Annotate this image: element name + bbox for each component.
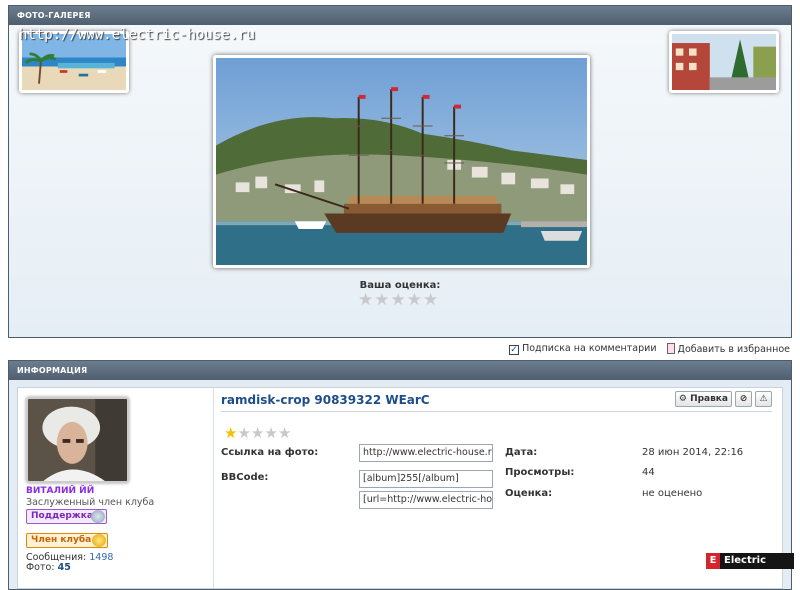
views-label: Просмотры: [505, 467, 575, 478]
photos-label: Фото: [26, 562, 55, 573]
rating-star-icon[interactable]: ★ [391, 291, 406, 309]
report-button[interactable]: ⚠ [755, 391, 772, 407]
main-photo[interactable] [213, 55, 590, 268]
info-panel: ИНФОРМАЦИЯ ВИТАЛИЙ ЙЙ Заслуженный член к… [8, 360, 792, 590]
edit-button[interactable]: ⚙ Правка [674, 391, 732, 407]
rating-star-icon[interactable]: ★ [423, 291, 438, 309]
gallery-panel-title: ФОТО-ГАЛЕРЕЯ [9, 6, 791, 25]
rating-label: Оценка: [505, 488, 553, 499]
delete-button[interactable]: ⊘ [735, 391, 752, 407]
subscribe-comments-link[interactable]: ✓ Подписка на комментарии [509, 343, 657, 355]
avatar[interactable] [26, 397, 129, 483]
rating-value: не оценено [642, 488, 703, 499]
title-divider [221, 411, 772, 412]
photo-link-field[interactable]: http://www.electric-house.ru/ [359, 444, 493, 462]
photo-rating-stars: ★ ★ ★ ★ ★ [224, 426, 291, 441]
user-rank: Заслуженный член клуба [26, 497, 155, 508]
user-photos-stat: Фото: 45 [26, 562, 71, 573]
logo-letter: E [706, 553, 720, 569]
medal-badge-icon [92, 534, 106, 547]
star-empty-icon: ★ [237, 424, 251, 442]
date-value: 28 июн 2014, 22:16 [642, 447, 744, 458]
rating-star-icon[interactable]: ★ [407, 291, 422, 309]
photo-link-label: Ссылка на фото: [221, 447, 319, 458]
photo-title: ramdisk-crop 90839322 WEarC [221, 393, 430, 407]
date-label: Дата: [505, 447, 538, 458]
user-avatar-image [28, 399, 127, 481]
favorite-icon [666, 343, 675, 354]
bbcode-label: BBCode: [221, 472, 269, 483]
support-badge-label: Поддержка [31, 511, 93, 521]
bbcode-album-field[interactable]: [album]255[/album] [359, 470, 493, 488]
watermark-url: http://www.electric-house.ru [19, 27, 256, 43]
member-badge-label: Член клуба [31, 535, 92, 545]
rating-stars[interactable]: ★ ★ ★ ★ ★ [358, 291, 438, 309]
electric-house-logo: E Electric House [706, 553, 794, 582]
ship-harbor-photo [216, 58, 587, 265]
info-panel-body: ВИТАЛИЙ ЙЙ Заслуженный член клуба Поддер… [17, 387, 783, 589]
next-photo-thumbnail[interactable] [669, 31, 779, 93]
edit-button-label: Правка [690, 394, 728, 404]
column-divider [213, 388, 214, 588]
messages-count: 1498 [89, 552, 114, 563]
block-icon: ⊘ [739, 394, 748, 404]
add-favorite-label: Добавить в избранное [677, 344, 790, 355]
star-empty-icon: ★ [264, 424, 278, 442]
photo-actions-bar: ✓ Подписка на комментарии Добавить в избр… [509, 343, 790, 355]
gallery-panel: ФОТО-ГАЛЕРЕЯ http://www.electric-house.r… [8, 5, 792, 338]
checkbox-icon[interactable]: ✓ [509, 345, 520, 355]
photos-count[interactable]: 45 [58, 562, 71, 573]
star-empty-icon: ★ [250, 424, 265, 442]
rating-star-icon[interactable]: ★ [374, 291, 389, 309]
add-favorite-link[interactable]: Добавить в избранное [666, 343, 790, 355]
star-empty-icon: ★ [277, 424, 292, 442]
warning-icon: ⚠ [759, 394, 768, 404]
user-name[interactable]: ВИТАЛИЙ ЙЙ [26, 486, 94, 496]
star-filled-icon: ★ [224, 424, 238, 442]
info-panel-title: ИНФОРМАЦИЯ [9, 361, 791, 380]
bbcode-url-field[interactable]: [url=http://www.electric-house.ru [359, 491, 493, 509]
rating-star-icon[interactable]: ★ [358, 291, 373, 309]
photo-tools: ⚙ Правка ⊘ ⚠ [674, 391, 772, 407]
support-badge: Поддержка [26, 509, 107, 524]
views-value: 44 [642, 467, 655, 478]
street-thumbnail-image [672, 34, 776, 90]
subscribe-comments-label: Подписка на комментарии [522, 343, 657, 354]
gear-icon: ⚙ [678, 394, 687, 404]
member-badge: Член клуба [26, 533, 108, 548]
gallery-panel-body: http://www.electric-house.ru Ваша оценка… [9, 25, 791, 337]
gear-badge-icon [91, 510, 105, 523]
